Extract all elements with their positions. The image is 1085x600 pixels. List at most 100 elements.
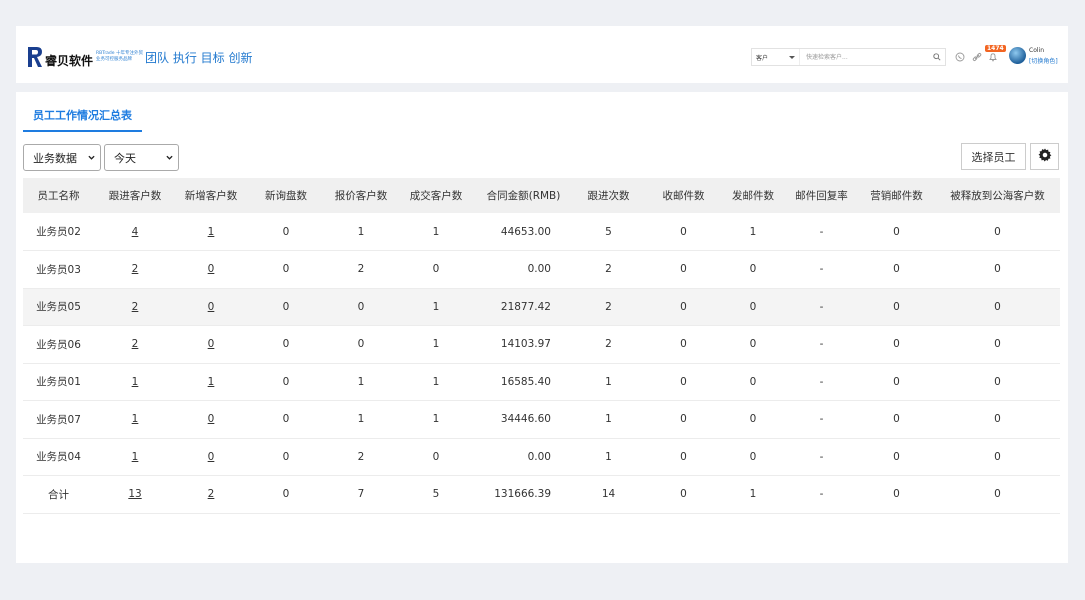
table-cell: 0 [176, 438, 246, 476]
table-cell: 业务员05 [23, 288, 94, 326]
chevron-down-icon [88, 154, 95, 161]
new-customer-count-link[interactable]: 1 [208, 226, 215, 238]
table-cell: 1 [176, 213, 246, 251]
period-select[interactable]: 今天 [104, 144, 179, 171]
followup-count-link[interactable]: 4 [132, 226, 139, 238]
table-cell: - [785, 288, 858, 326]
search-type-select[interactable]: 客户 [752, 49, 800, 65]
table-cell: 0 [935, 250, 1060, 289]
followup-count-link[interactable]: 1 [132, 413, 139, 425]
column-header: 收邮件数 [646, 178, 721, 213]
search-input[interactable] [800, 49, 929, 65]
chevron-down-icon [166, 154, 173, 161]
table-cell: 14 [571, 475, 646, 514]
link-icon[interactable] [971, 51, 983, 63]
data-category-select[interactable]: 业务数据 [23, 144, 101, 171]
table-cell: 1 [721, 475, 785, 514]
table-cell: 0 [935, 475, 1060, 514]
table-cell: 1 [396, 288, 476, 326]
column-header: 成交客户数 [396, 178, 476, 213]
table-cell: 0 [646, 213, 721, 251]
table-cell: 业务员03 [23, 250, 94, 289]
select-employee-button[interactable]: 选择员工 [961, 143, 1026, 170]
logo[interactable]: 睿贝软件 RBTrade 十年专注外贸 业务可控服务品牌 [26, 44, 143, 69]
followup-count-link[interactable]: 2 [132, 301, 139, 313]
table-cell: 0 [935, 213, 1060, 251]
table-total-row: 合计 13 2 0 7 5 131666.39 14 0 1-0 0 [23, 475, 1060, 514]
table-cell: 业务员04 [23, 438, 94, 476]
table-cell: 0 [721, 400, 785, 439]
new-customer-count-link[interactable]: 0 [208, 413, 215, 425]
table-cell: 0 [246, 438, 326, 476]
followup-count-link[interactable]: 13 [128, 488, 141, 500]
table-cell: 2 [326, 250, 396, 289]
table-cell: 1 [396, 400, 476, 439]
search-icon[interactable] [929, 49, 945, 65]
table-cell: 2 [94, 288, 176, 326]
new-customer-count-link[interactable]: 0 [208, 451, 215, 463]
table-cell: 131666.39 [476, 475, 571, 514]
employee-summary-table: 员工名称 跟进客户数 新增客户数 新询盘数 报价客户数 成交客户数 合同金额(RMB) 跟进次… [23, 178, 1060, 514]
caret-down-icon [789, 55, 795, 59]
table-row: 业务员05 2 0 0 0 1 21877.42 2 0 0-0 0 [23, 288, 1060, 326]
table-cell: 5 [396, 475, 476, 514]
new-customer-count-link[interactable]: 0 [208, 338, 215, 350]
table-cell: 2 [94, 325, 176, 364]
table-cell: 0 [176, 288, 246, 326]
table-cell: 34446.60 [476, 400, 571, 439]
notification-badge: 1474 [985, 45, 1006, 52]
table-cell: 1 [94, 438, 176, 476]
table-cell: 0 [246, 288, 326, 326]
table-cell: 0 [646, 325, 721, 364]
table-header-row: 员工名称 跟进客户数 新增客户数 新询盘数 报价客户数 成交客户数 合同金额(RMB) 跟进次… [23, 178, 1060, 213]
table-cell: 0 [246, 325, 326, 364]
table-cell: 0.00 [476, 250, 571, 289]
table-cell: 0 [858, 438, 935, 476]
table-cell: 0 [176, 250, 246, 289]
slogan: 团队 执行 目标 创新 [145, 51, 253, 65]
followup-count-link[interactable]: 1 [132, 451, 139, 463]
new-customer-count-link[interactable]: 0 [208, 263, 215, 275]
table-cell: 0 [858, 213, 935, 251]
table-cell: - [785, 475, 858, 514]
settings-button[interactable] [1030, 143, 1059, 170]
quick-search: 客户 [751, 48, 946, 66]
new-customer-count-link[interactable]: 1 [208, 376, 215, 388]
table-cell: 2 [176, 475, 246, 514]
table-cell: 0 [858, 325, 935, 364]
table-cell: 0 [935, 438, 1060, 476]
table-cell: 0 [935, 325, 1060, 364]
column-header: 员工名称 [23, 178, 94, 213]
table-cell: 2 [94, 250, 176, 289]
tab-employee-summary[interactable]: 员工工作情况汇总表 [23, 100, 142, 132]
switch-role-link[interactable]: [切换角色] [1029, 56, 1058, 65]
column-header: 报价客户数 [326, 178, 396, 213]
table-cell: 0 [646, 438, 721, 476]
logo-sub-line-1: RBTrade 十年专注外贸 [96, 50, 143, 56]
new-customer-count-link[interactable]: 0 [208, 301, 215, 313]
table-cell: - [785, 325, 858, 364]
table-cell: 0 [858, 363, 935, 401]
column-header: 邮件回复率 [785, 178, 858, 213]
table-cell: 业务员02 [23, 213, 94, 251]
table-cell: 1 [571, 363, 646, 401]
table-cell: 1 [571, 438, 646, 476]
table-cell: 0 [721, 325, 785, 364]
new-customer-count-link[interactable]: 2 [208, 488, 215, 500]
followup-count-link[interactable]: 1 [132, 376, 139, 388]
followup-count-link[interactable]: 2 [132, 263, 139, 275]
table-cell: 1 [326, 400, 396, 439]
table-cell: 4 [94, 213, 176, 251]
table-cell: 2 [571, 325, 646, 364]
table-cell: 0 [646, 400, 721, 439]
table-cell: 0 [246, 475, 326, 514]
table-cell: 1 [176, 363, 246, 401]
table-cell: - [785, 213, 858, 251]
table-cell: 0 [326, 288, 396, 326]
avatar[interactable] [1009, 47, 1026, 64]
bell-icon[interactable] [987, 51, 999, 63]
followup-count-link[interactable]: 2 [132, 338, 139, 350]
table-cell: 0 [858, 400, 935, 439]
table-row: 业务员01 1 1 0 1 1 16585.40 1 0 0-0 0 [23, 363, 1060, 401]
whatsapp-icon[interactable] [954, 51, 966, 63]
